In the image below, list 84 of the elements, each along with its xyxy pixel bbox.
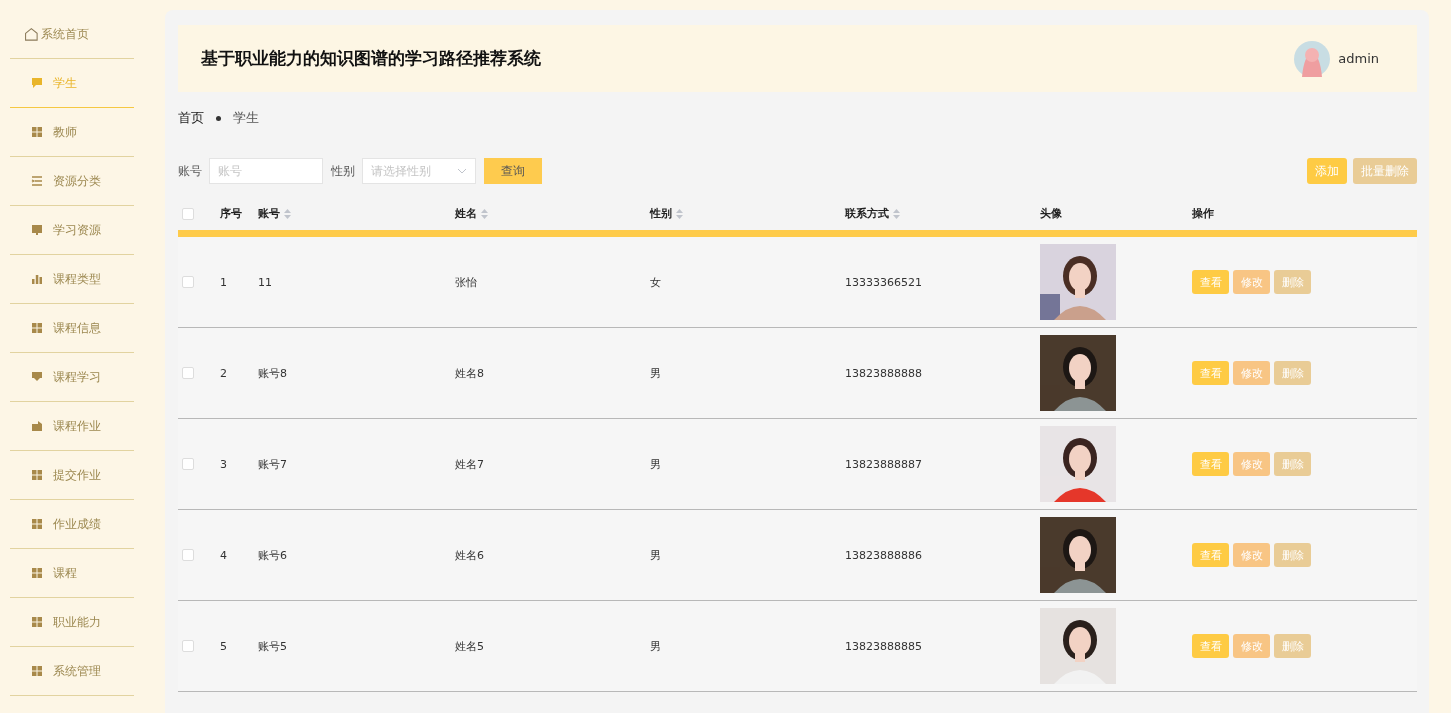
sidebar-item[interactable]: 课程信息 (10, 304, 134, 353)
table-cell-text: 男 (650, 365, 662, 381)
row-checkbox[interactable] (182, 458, 194, 470)
bar-chart-icon (31, 273, 43, 285)
table-cell-text: 账号6 (258, 547, 288, 563)
table-cell-text: 13823888888 (845, 366, 923, 380)
breadcrumb-item[interactable]: 首页 (178, 109, 204, 127)
grid-icon (31, 126, 43, 138)
table-cell-text: 13823888885 (845, 639, 923, 653)
table-cell-text: 女 (650, 274, 662, 290)
column-title: 账号 (258, 206, 280, 221)
list-icon (31, 175, 43, 187)
column-title: 性别 (650, 206, 672, 221)
table-cell-text: 账号8 (258, 365, 288, 381)
table-cell-text: 13333366521 (845, 275, 923, 289)
table-cell-text: 张怡 (455, 274, 478, 290)
breadcrumb-item[interactable]: 学生 (233, 109, 259, 127)
table-cell-text: 账号5 (258, 638, 288, 654)
grid-icon (31, 518, 43, 530)
table-cell-text: 姓名7 (455, 456, 485, 472)
grid-icon (31, 567, 43, 579)
table-cell-text: 姓名5 (455, 638, 485, 654)
system-title: 基于职业能力的知识图谱的学习路径推荐系统 (201, 47, 541, 70)
column-header[interactable]: 账号 (258, 206, 291, 221)
sidebar-item[interactable]: 资源分类 (10, 157, 134, 206)
table-cell-text: 男 (650, 456, 662, 472)
chat-icon (31, 77, 43, 89)
field-label: 性别 (331, 162, 355, 180)
column-header[interactable]: 性别 (650, 206, 683, 221)
sort-icon[interactable] (676, 208, 683, 219)
monitor-icon (31, 224, 43, 236)
sort-icon[interactable] (284, 208, 291, 219)
column-title: 姓名 (455, 206, 477, 221)
field-label: 账号 (178, 162, 202, 180)
home-icon (24, 27, 38, 41)
sidebar-item[interactable]: 教师 (10, 108, 134, 157)
column-header[interactable]: 联系方式 (845, 206, 900, 221)
table-cell-text: 姓名8 (455, 365, 485, 381)
select-all-checkbox[interactable] (182, 207, 194, 220)
breadcrumb-separator (216, 115, 221, 121)
sidebar-item[interactable]: 提交作业 (10, 451, 134, 500)
table-cell-text: 5 (220, 639, 228, 653)
sidebar-item[interactable]: 课程 (10, 549, 134, 598)
sidebar-item[interactable]: 学习资源 (10, 206, 134, 255)
chevron-down-icon (457, 168, 467, 174)
sidebar-item[interactable]: 课程学习 (10, 353, 134, 402)
table-cell-text: 男 (650, 638, 662, 654)
grid-icon (31, 322, 43, 334)
grid-icon (31, 616, 43, 628)
table-cell-text: 3 (220, 457, 228, 471)
sign-icon (31, 371, 43, 383)
sidebar-item[interactable]: 课程作业 (10, 402, 134, 451)
table-cell-text: 1 (220, 275, 228, 289)
column-title: 头像 (1040, 206, 1062, 221)
column-title: 联系方式 (845, 206, 889, 221)
sidebar-item[interactable]: 职业能力 (10, 598, 134, 647)
sidebar-item[interactable]: 作业成绩 (10, 500, 134, 549)
sort-icon[interactable] (893, 208, 900, 219)
table-cell-text: 姓名6 (455, 547, 485, 563)
user-name[interactable]: admin (1338, 51, 1379, 66)
column-title: 序号 (220, 206, 242, 221)
grid-icon (31, 665, 43, 677)
row-checkbox[interactable] (182, 367, 194, 379)
sidebar-item[interactable]: 课程类型 (10, 255, 134, 304)
table-cell-text: 11 (258, 275, 273, 289)
column-title: 操作 (1192, 206, 1214, 221)
query-button[interactable]: 查询 (484, 158, 542, 184)
table-cell-text: 13823888887 (845, 457, 923, 471)
row-checkbox[interactable] (182, 276, 194, 288)
column-header[interactable]: 姓名 (455, 206, 488, 221)
table-cell-text: 男 (650, 547, 662, 563)
sidebar-item[interactable]: 系统管理 (10, 647, 134, 696)
table-cell-text: 2 (220, 366, 228, 380)
table-cell-text: 4 (220, 548, 228, 562)
sidebar-item[interactable]: 学生 (10, 59, 134, 108)
table-cell-text: 账号7 (258, 456, 288, 472)
row-checkbox[interactable] (182, 549, 194, 561)
sort-icon[interactable] (481, 208, 488, 219)
row-checkbox[interactable] (182, 640, 194, 652)
briefcase-icon (31, 420, 43, 432)
user-avatar[interactable] (1294, 40, 1331, 77)
grid-icon (31, 469, 43, 481)
sidebar-item[interactable]: 系统首页 (10, 10, 134, 59)
table-cell-text: 13823888886 (845, 548, 923, 562)
